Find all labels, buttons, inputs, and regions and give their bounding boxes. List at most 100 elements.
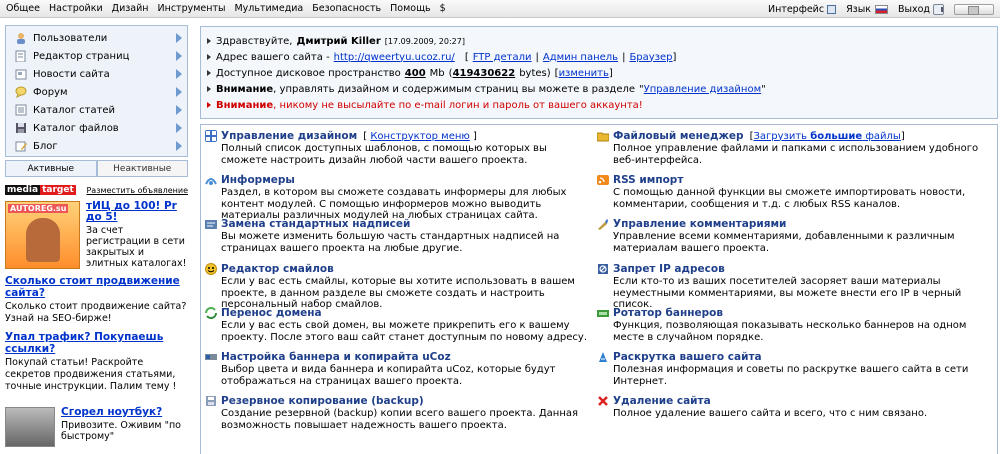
module-title[interactable]: RSS импорт bbox=[613, 174, 683, 186]
ad-image[interactable] bbox=[5, 407, 55, 447]
language-selector[interactable]: Язык bbox=[846, 4, 888, 15]
disk-bytes: 419430622 bbox=[452, 67, 516, 79]
site-url-link[interactable]: http://qweertyu.ucoz.ru/ bbox=[334, 52, 455, 63]
module-informers: Информеры Раздел, в котором вы сможете с… bbox=[205, 173, 590, 221]
tab-active[interactable]: Активные bbox=[5, 160, 97, 176]
module-title[interactable]: Редактор смайлов bbox=[221, 263, 334, 275]
sidebar-modules: Пользователи Редактор страниц Новости са… bbox=[5, 25, 188, 157]
menu-tools[interactable]: Инструменты bbox=[158, 3, 226, 14]
bullet-icon bbox=[207, 70, 211, 76]
tab-inactive[interactable]: Неактивные bbox=[96, 160, 188, 176]
module-description: Раздел, в котором вы сможете создавать и… bbox=[221, 187, 567, 221]
ad-title[interactable]: Упал трафик? Покупаешь ссылки? bbox=[5, 331, 188, 355]
ad-text: Сколько стоит продвижение сайта? Узнай н… bbox=[5, 301, 187, 324]
sidebar-item-label: Редактор страниц bbox=[33, 50, 130, 62]
folder-icon bbox=[597, 132, 609, 142]
ad-person-image bbox=[26, 218, 60, 262]
module-title[interactable]: Перенос домена bbox=[221, 307, 322, 319]
backup-icon bbox=[206, 396, 216, 406]
logout-button[interactable]: Выход bbox=[898, 3, 944, 15]
ad-title[interactable]: Сколько стоит продвижение сайта? bbox=[5, 275, 188, 299]
sidebar-item-users[interactable]: Пользователи bbox=[6, 29, 187, 47]
module-title[interactable]: Замена стандартных надписей bbox=[221, 218, 410, 230]
width-slider[interactable] bbox=[954, 3, 994, 15]
menu-multimedia[interactable]: Мультимедиа bbox=[234, 3, 303, 14]
user-icon bbox=[14, 32, 27, 45]
ad-item: Сколько стоит продвижение сайта? Сколько… bbox=[5, 275, 188, 325]
module-tabs: Активные Неактивные bbox=[5, 160, 188, 177]
sidebar-item-articles[interactable]: Каталог статей bbox=[6, 101, 187, 119]
chevron-right-icon bbox=[176, 87, 182, 97]
menu-dollar[interactable]: $ bbox=[440, 3, 446, 14]
module-banner-rotator: Ротатор баннеров Функция, позволяющая по… bbox=[597, 306, 995, 350]
top-menu-bar: Общее Настройки Дизайн Инструменты Мульт… bbox=[0, 0, 1000, 18]
bullet-icon bbox=[207, 86, 211, 92]
warning-text: , никому не высылайте по e-mail логин и … bbox=[273, 99, 643, 111]
module-title[interactable]: Настройка баннера и копирайта uCoz bbox=[221, 351, 451, 363]
menu-general[interactable]: Общее bbox=[6, 3, 40, 14]
modules-grid: Управление дизайном[ Конструктор меню ] … bbox=[200, 124, 998, 454]
ad-title[interactable]: Сгорел ноутбук? bbox=[61, 407, 188, 418]
upload-large-files-link[interactable]: Загрузить большие файлы bbox=[753, 131, 900, 142]
menu-security[interactable]: Безопасность bbox=[312, 3, 381, 14]
account-info: Здравствуйте, Дмитрий Killer [17.09.2009, … bbox=[200, 26, 998, 119]
module-design: Управление дизайном[ Конструктор меню ] … bbox=[205, 129, 590, 173]
sidebar-item-page-editor[interactable]: Редактор страниц bbox=[6, 47, 187, 65]
module-title[interactable]: Удаление сайта bbox=[613, 395, 711, 407]
russian-flag-icon bbox=[874, 4, 888, 14]
module-smiles: Редактор смайлов Если у вас есть смайлы,… bbox=[205, 262, 590, 310]
module-description: Функция, позволяющая показывать нескольк… bbox=[613, 320, 967, 343]
change-disk-link[interactable]: изменить bbox=[559, 68, 609, 79]
interface-toggle[interactable]: Интерфейс bbox=[768, 4, 837, 15]
logo-target: target bbox=[40, 185, 76, 195]
sidebar-item-forum[interactable]: Форум bbox=[6, 83, 187, 101]
module-title[interactable]: Информеры bbox=[221, 174, 295, 186]
ftp-details-link[interactable]: FTP детали bbox=[473, 52, 532, 63]
module-title[interactable]: Раскрутка вашего сайта bbox=[613, 351, 762, 363]
module-rss-import: RSS импорт С помощью данной функции вы с… bbox=[597, 173, 995, 217]
menu-help[interactable]: Помощь bbox=[390, 3, 430, 14]
promo-icon bbox=[599, 352, 607, 362]
menu-design[interactable]: Дизайн bbox=[112, 3, 149, 14]
warning-password-line: Внимание, никому не высылайте по e-mail … bbox=[207, 97, 997, 113]
sidebar-item-files[interactable]: Каталог файлов bbox=[6, 119, 187, 137]
module-title[interactable]: Ротатор баннеров bbox=[613, 307, 723, 319]
sidebar-item-label: Новости сайта bbox=[33, 68, 110, 80]
ad-image[interactable]: AUTOREG.su bbox=[5, 201, 80, 269]
username: Дмитрий Killer bbox=[296, 35, 381, 47]
menu-builder-link[interactable]: Конструктор меню bbox=[370, 131, 470, 142]
module-ucoz-banner: Настройка баннера и копирайта uCoz Выбор… bbox=[205, 350, 590, 394]
banner-icon bbox=[205, 354, 217, 360]
sidebar-item-news[interactable]: Новости сайта bbox=[6, 65, 187, 83]
articles-icon bbox=[14, 104, 27, 117]
rss-icon bbox=[597, 175, 609, 185]
top-right-tools: Интерфейс Язык Выход bbox=[758, 0, 1000, 18]
ad-title[interactable]: тИЦ до 100! Pr до 5! bbox=[86, 201, 188, 223]
sidebar-item-blog[interactable]: Блог bbox=[6, 137, 187, 155]
module-title[interactable]: Резервное копирование (backup) bbox=[221, 395, 424, 407]
design-management-link[interactable]: Управление дизайном bbox=[644, 84, 761, 95]
greeting-text: Здравствуйте, bbox=[216, 35, 293, 47]
chevron-right-icon bbox=[176, 141, 182, 151]
menu-settings[interactable]: Настройки bbox=[49, 3, 103, 14]
module-backup: Резервное копирование (backup) Создание … bbox=[205, 394, 590, 438]
blog-icon bbox=[14, 140, 27, 153]
module-title[interactable]: Запрет IP адресов bbox=[613, 263, 725, 275]
admin-panel-link[interactable]: Админ панель bbox=[543, 52, 618, 63]
module-ip-ban: Запрет IP адресов Если кто-то из ваших п… bbox=[597, 262, 995, 310]
module-title[interactable]: Управление дизайном bbox=[221, 130, 357, 142]
sidebar-item-label: Блог bbox=[33, 140, 58, 152]
media-target-logo[interactable]: media target bbox=[5, 185, 76, 195]
module-title[interactable]: Файловый менеджер bbox=[613, 130, 744, 142]
module-domain: Перенос домена Если у вас есть свой доме… bbox=[205, 306, 590, 350]
module-delete-site: Удаление сайта Полное удаление вашего са… bbox=[597, 394, 995, 438]
sidebar-item-label: Пользователи bbox=[33, 32, 108, 44]
login-timestamp: [17.09.2009, 20:27] bbox=[384, 36, 465, 46]
browser-link[interactable]: Браузер bbox=[629, 52, 672, 63]
disk-unit: Mb bbox=[429, 67, 445, 79]
module-title[interactable]: Управление комментариями bbox=[613, 218, 786, 230]
warning-design-line: Внимание, управлять дизайном и содержимы… bbox=[207, 81, 997, 97]
bullet-icon bbox=[207, 38, 211, 44]
place-ad-link[interactable]: Разместить объявление bbox=[86, 186, 188, 195]
module-description: Если у вас есть свой домен, вы можете пр… bbox=[221, 320, 588, 343]
